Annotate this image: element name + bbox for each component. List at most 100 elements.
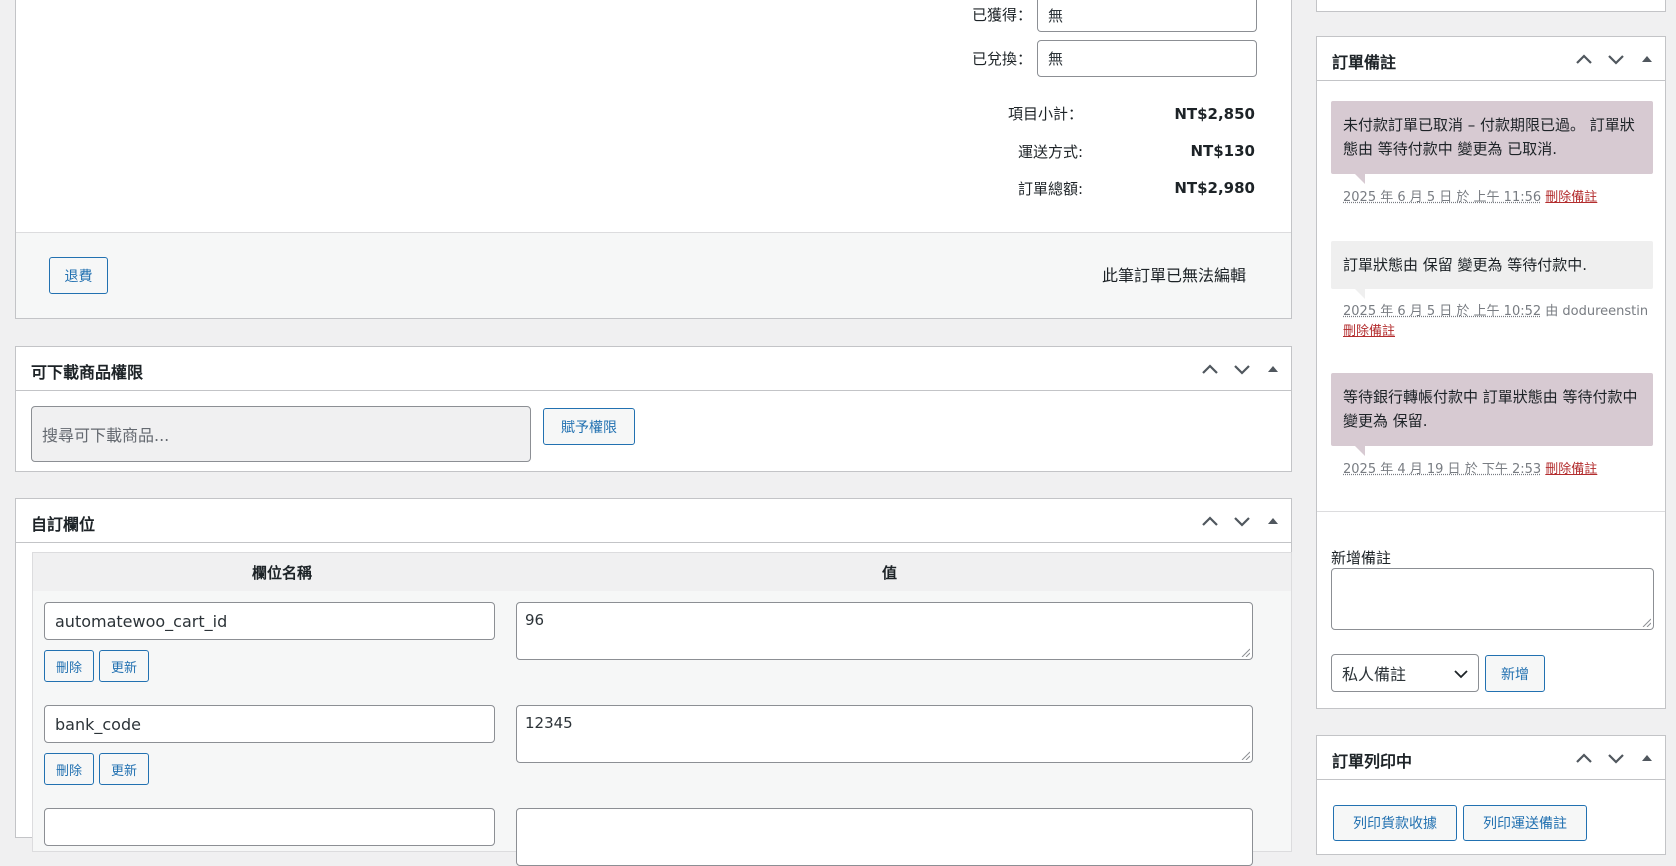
custom-fields-table: 欄位名稱 值 automatewoo_cart_id 刪除 更新 96 bank… xyxy=(32,552,1292,866)
move-up-icon[interactable] xyxy=(1199,359,1221,379)
meta-key-input[interactable]: automatewoo_cart_id xyxy=(44,602,495,640)
panel-title: 可下載商品權限 xyxy=(31,363,144,382)
order-note: 未付款訂單已取消 – 付款期限已過。 訂單狀態由 等待付款中 變更為 已取消. xyxy=(1331,101,1653,184)
chevron-down-icon xyxy=(1454,670,1468,679)
note-meta: 2025 年 4 月 19 日 於 下午 2:53 刪除備註 xyxy=(1343,460,1597,480)
print-shipping-note-button[interactable]: 列印運送備註 xyxy=(1463,805,1587,841)
note-text: 訂單狀態由 保留 變更為 等待付款中. xyxy=(1343,256,1588,274)
note-author: 由 dodureenstin xyxy=(1541,304,1649,319)
meta-value-textarea[interactable]: 12345 xyxy=(516,705,1253,763)
panel-title: 自訂欄位 xyxy=(31,515,96,534)
resize-handle-icon[interactable] xyxy=(1241,648,1250,657)
delete-note-link[interactable]: 刪除備註 xyxy=(1343,324,1395,339)
delete-meta-button[interactable]: 刪除 xyxy=(44,753,94,785)
earned-points-label: 已獲得： xyxy=(971,6,1032,24)
delete-meta-button[interactable]: 刪除 xyxy=(44,650,94,682)
add-note-textarea[interactable] xyxy=(1331,568,1654,630)
note-type-select[interactable]: 私人備註 xyxy=(1331,654,1479,692)
move-down-icon[interactable] xyxy=(1605,748,1627,768)
update-meta-button[interactable]: 更新 xyxy=(99,753,149,785)
order-print-panel: 訂單列印中 列印貨款收據 列印運送備註 xyxy=(1316,735,1666,855)
order-total-value: NT$2,980 xyxy=(1174,179,1255,197)
note-tail xyxy=(1355,446,1365,456)
add-note-label: 新增備註 xyxy=(1331,549,1392,567)
refund-button[interactable]: 退費 xyxy=(49,257,108,294)
move-up-icon[interactable] xyxy=(1573,748,1595,768)
order-notes-panel: 訂單備註 未付款訂單已取消 – 付款期限已過。 訂單狀態由 等待付款中 變更為 … xyxy=(1316,36,1666,709)
panel-header: 可下載商品權限 xyxy=(16,347,1291,391)
meta-value-text: 96 xyxy=(525,611,545,629)
move-down-icon[interactable] xyxy=(1231,359,1253,379)
panel-controls xyxy=(1199,359,1283,379)
table-row: automatewoo_cart_id 刪除 更新 96 xyxy=(33,591,1291,694)
panel-controls xyxy=(1573,49,1657,69)
refund-button-label: 退費 xyxy=(64,268,93,285)
resize-handle-icon[interactable] xyxy=(1642,618,1651,627)
search-downloadable-input[interactable]: 搜尋可下載商品... xyxy=(31,406,531,462)
shipping-label: 運送方式: xyxy=(1017,143,1083,161)
meta-value-textarea[interactable] xyxy=(516,808,1253,866)
sidebar-panel-above xyxy=(1316,0,1666,12)
move-down-icon[interactable] xyxy=(1605,49,1627,69)
note-meta: 2025 年 6 月 5 日 於 上午 11:56 刪除備註 xyxy=(1343,188,1597,208)
meta-key-value: automatewoo_cart_id xyxy=(55,611,228,631)
update-meta-button[interactable]: 更新 xyxy=(99,650,149,682)
move-up-icon[interactable] xyxy=(1199,511,1221,531)
meta-key-input[interactable]: bank_code xyxy=(44,705,495,743)
shipping-value: NT$130 xyxy=(1190,142,1255,160)
order-note: 訂單狀態由 保留 變更為 等待付款中. xyxy=(1331,241,1653,299)
meta-value-text: 12345 xyxy=(525,714,573,732)
panel-footer xyxy=(16,233,1291,318)
resize-handle-icon[interactable] xyxy=(1241,751,1250,760)
collapse-toggle-icon[interactable] xyxy=(1637,748,1657,768)
panel-header: 自訂欄位 xyxy=(16,499,1291,543)
delete-note-link[interactable]: 刪除備註 xyxy=(1545,190,1597,205)
redeemed-points-label: 已兌換： xyxy=(971,50,1032,68)
meta-key-input[interactable] xyxy=(44,808,495,846)
print-shipping-note-label: 列印運送備註 xyxy=(1483,816,1567,832)
search-downloadable-placeholder: 搜尋可下載商品... xyxy=(42,426,170,445)
grant-access-button[interactable]: 賦予權限 xyxy=(543,408,635,445)
meta-key-value: bank_code xyxy=(55,714,141,734)
note-tail xyxy=(1355,174,1365,184)
redeemed-points-field[interactable]: 無 xyxy=(1037,40,1257,77)
earned-points-field[interactable]: 無 xyxy=(1037,0,1257,32)
note-type-selected: 私人備註 xyxy=(1342,665,1407,684)
note-text: 等待銀行轉帳付款中 訂單狀態由 等待付款中 變更為 保留. xyxy=(1343,388,1638,430)
print-receipt-label: 列印貨款收據 xyxy=(1353,816,1437,832)
note-text: 未付款訂單已取消 – 付款期限已過。 訂單狀態由 等待付款中 變更為 已取消. xyxy=(1343,116,1635,158)
subtotal-value: NT$2,850 xyxy=(1174,105,1255,123)
not-editable-text: 此筆訂單已無法編輯 xyxy=(1101,266,1246,285)
order-items-panel: 已獲得： 無 已兌換： 無 項目小計： NT$2,850 運送方式: NT$13… xyxy=(15,0,1292,319)
grant-access-button-label: 賦予權限 xyxy=(561,419,617,436)
redeemed-points-value: 無 xyxy=(1048,50,1064,68)
update-meta-label: 更新 xyxy=(110,763,137,779)
order-note: 等待銀行轉帳付款中 訂單狀態由 等待付款中 變更為 保留. xyxy=(1331,373,1653,456)
meta-value-textarea[interactable]: 96 xyxy=(516,602,1253,660)
earned-points-value: 無 xyxy=(1048,6,1064,25)
table-row xyxy=(33,797,1291,866)
delete-meta-label: 刪除 xyxy=(55,763,82,779)
downloadable-permissions-panel: 可下載商品權限 搜尋可下載商品... 賦予權限 xyxy=(15,346,1292,472)
table-row: bank_code 刪除 更新 12345 xyxy=(33,694,1291,797)
delete-meta-label: 刪除 xyxy=(55,660,82,676)
order-total-label: 訂單總額: xyxy=(1017,180,1083,198)
note-timestamp: 2025 年 6 月 5 日 於 上午 11:56 xyxy=(1343,190,1542,205)
update-meta-label: 更新 xyxy=(110,660,137,676)
collapse-toggle-icon[interactable] xyxy=(1263,359,1283,379)
delete-note-link[interactable]: 刪除備註 xyxy=(1545,462,1597,477)
collapse-toggle-icon[interactable] xyxy=(1637,49,1657,69)
collapse-toggle-icon[interactable] xyxy=(1263,511,1283,531)
add-note-button[interactable]: 新增 xyxy=(1485,655,1545,692)
divider xyxy=(1317,511,1665,512)
panel-title: 訂單列印中 xyxy=(1332,752,1413,771)
panel-controls xyxy=(1199,511,1283,531)
custom-fields-panel: 自訂欄位 欄位名稱 值 automatewoo_cart_id 刪除 更新 96… xyxy=(15,498,1292,866)
move-up-icon[interactable] xyxy=(1573,49,1595,69)
note-timestamp: 2025 年 4 月 19 日 於 下午 2:53 xyxy=(1343,462,1542,477)
print-receipt-button[interactable]: 列印貨款收據 xyxy=(1333,805,1457,841)
panel-controls xyxy=(1573,748,1657,768)
note-timestamp: 2025 年 6 月 5 日 於 上午 10:52 xyxy=(1343,304,1542,319)
note-tail xyxy=(1355,289,1365,299)
move-down-icon[interactable] xyxy=(1231,511,1253,531)
